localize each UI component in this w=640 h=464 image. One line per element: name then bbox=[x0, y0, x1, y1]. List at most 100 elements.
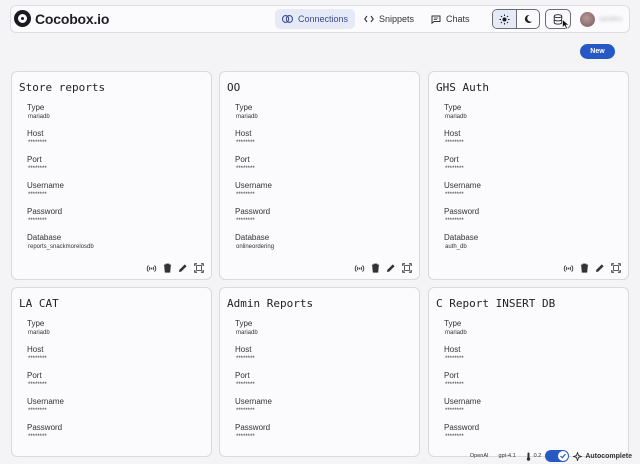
logo[interactable]: Cocobox.io bbox=[14, 10, 109, 27]
port-label: Port bbox=[27, 155, 42, 164]
signal-icon[interactable] bbox=[146, 264, 157, 273]
host-label: Host bbox=[27, 345, 44, 354]
signal-icon[interactable] bbox=[354, 264, 365, 273]
type-label: Type bbox=[235, 319, 253, 328]
host-value: ******** bbox=[28, 356, 47, 362]
username-value: ******** bbox=[28, 192, 47, 198]
sparkle-icon bbox=[573, 451, 583, 461]
connection-card: Admin Reports Type mariadb Host ********… bbox=[219, 287, 420, 457]
database-label: Database bbox=[27, 233, 62, 242]
trash-icon[interactable] bbox=[580, 263, 589, 273]
password-value: ******** bbox=[28, 218, 47, 224]
tab-connections[interactable]: Connections bbox=[275, 9, 356, 29]
expand-icon[interactable] bbox=[194, 263, 204, 273]
pencil-icon[interactable] bbox=[386, 263, 396, 273]
password-label: Password bbox=[235, 207, 271, 216]
temperature-value[interactable]: 0.2 bbox=[534, 453, 542, 459]
username-label: Username bbox=[235, 397, 272, 406]
tab-snippets[interactable]: Snippets bbox=[357, 9, 421, 29]
tab-snippets-label: Snippets bbox=[379, 14, 415, 24]
pencil-icon[interactable] bbox=[595, 263, 605, 273]
tab-chats-label: Chats bbox=[446, 14, 470, 24]
password-value: ******** bbox=[445, 434, 464, 440]
port-label: Port bbox=[235, 371, 250, 380]
host-label: Host bbox=[444, 129, 461, 138]
tab-chats[interactable]: Chats bbox=[424, 9, 477, 29]
host-label: Host bbox=[27, 129, 44, 138]
password-value: ******** bbox=[236, 218, 255, 224]
database-value: onlineordering bbox=[236, 244, 275, 250]
port-value: ******** bbox=[236, 382, 255, 388]
autocomplete-label: Autocomplete bbox=[585, 452, 632, 460]
host-value: ******** bbox=[445, 356, 464, 362]
connection-card: Store reports Type mariadb Host ********… bbox=[11, 71, 212, 280]
port-value: ******** bbox=[28, 382, 47, 388]
password-label: Password bbox=[444, 207, 480, 216]
provider-label[interactable]: OpenAI bbox=[470, 453, 489, 459]
card-title: Admin Reports bbox=[227, 297, 314, 310]
type-label: Type bbox=[444, 103, 462, 112]
type-value: mariadb bbox=[445, 114, 467, 120]
host-value: ******** bbox=[236, 356, 255, 362]
card-title: Store reports bbox=[19, 81, 106, 94]
port-value: ******** bbox=[445, 382, 464, 388]
card-title: C Report INSERT DB bbox=[436, 297, 556, 310]
port-label: Port bbox=[27, 371, 42, 380]
username-value: ******** bbox=[236, 192, 255, 198]
autocomplete-toggle[interactable] bbox=[545, 450, 570, 462]
connection-card: C Report INSERT DB Type mariadb Host ***… bbox=[428, 287, 629, 457]
password-value: ******** bbox=[236, 434, 255, 440]
mouse-cursor-icon bbox=[562, 19, 570, 30]
host-label: Host bbox=[235, 129, 252, 138]
type-label: Type bbox=[27, 319, 45, 328]
chat-icon bbox=[431, 15, 441, 24]
card-title: OO bbox=[227, 81, 241, 94]
new-connection-button[interactable]: New bbox=[580, 44, 615, 59]
type-label: Type bbox=[27, 103, 45, 112]
user-name: sandeo bbox=[599, 16, 622, 23]
password-label: Password bbox=[444, 423, 480, 432]
host-value: ******** bbox=[445, 140, 464, 146]
database-value: auth_db bbox=[445, 244, 467, 250]
trash-icon[interactable] bbox=[163, 263, 172, 273]
expand-icon[interactable] bbox=[402, 263, 412, 273]
thermometer-icon bbox=[526, 452, 530, 461]
theme-toggle bbox=[492, 9, 540, 29]
dark-mode-button[interactable] bbox=[515, 10, 540, 28]
port-label: Port bbox=[235, 155, 250, 164]
type-value: mariadb bbox=[445, 330, 467, 336]
connection-card: GHS Auth Type mariadb Host ******** Port… bbox=[428, 71, 629, 280]
type-value: mariadb bbox=[28, 330, 50, 336]
link-icon bbox=[282, 15, 293, 23]
card-title: GHS Auth bbox=[436, 81, 489, 94]
host-label: Host bbox=[444, 345, 461, 354]
card-actions bbox=[563, 263, 621, 273]
username-label: Username bbox=[444, 397, 481, 406]
username-value: ******** bbox=[28, 408, 47, 414]
type-value: mariadb bbox=[236, 330, 258, 336]
expand-icon[interactable] bbox=[611, 263, 621, 273]
password-value: ******** bbox=[28, 434, 47, 440]
username-label: Username bbox=[235, 181, 272, 190]
pencil-icon[interactable] bbox=[178, 263, 188, 273]
password-value: ******** bbox=[445, 218, 464, 224]
trash-icon[interactable] bbox=[371, 263, 380, 273]
signal-icon[interactable] bbox=[563, 264, 574, 273]
moon-icon bbox=[524, 14, 532, 23]
card-actions bbox=[146, 263, 204, 273]
app-header: Cocobox.io Connections Snippets Chats sa… bbox=[10, 5, 630, 33]
logo-icon bbox=[14, 10, 31, 27]
status-bar: OpenAI gpt-4.1 0.2 Autocomplete bbox=[0, 448, 640, 464]
host-value: ******** bbox=[236, 140, 255, 146]
username-label: Username bbox=[444, 181, 481, 190]
type-label: Type bbox=[235, 103, 253, 112]
light-mode-button[interactable] bbox=[493, 10, 516, 28]
model-label[interactable]: gpt-4.1 bbox=[499, 453, 516, 459]
password-label: Password bbox=[235, 423, 271, 432]
type-value: mariadb bbox=[28, 114, 50, 120]
sun-icon bbox=[499, 14, 510, 24]
database-label: Database bbox=[235, 233, 270, 242]
check-icon bbox=[560, 453, 567, 459]
card-actions bbox=[354, 263, 412, 273]
avatar[interactable] bbox=[580, 12, 595, 27]
